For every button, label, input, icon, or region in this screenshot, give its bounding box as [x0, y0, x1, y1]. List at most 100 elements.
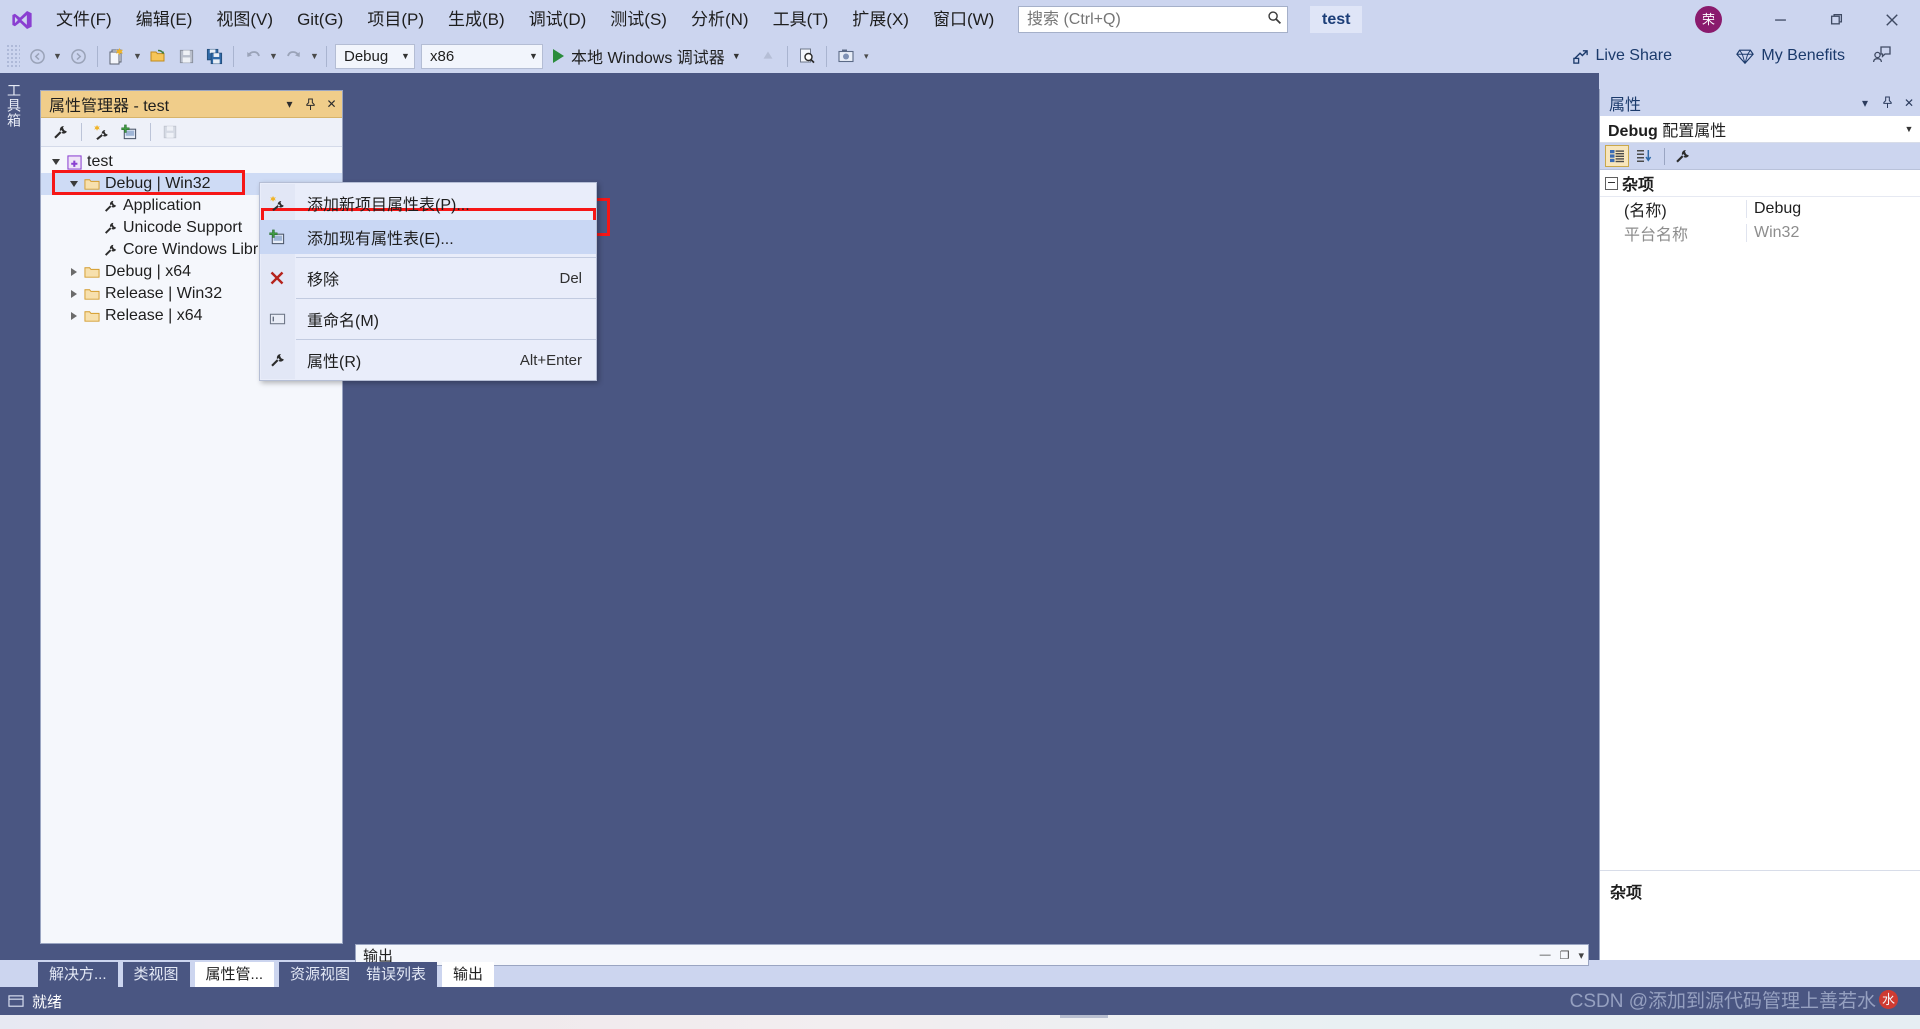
menu-tools[interactable]: 工具(T) — [761, 0, 841, 39]
maximize-icon[interactable]: ❐ — [1560, 949, 1570, 962]
pin-icon[interactable] — [300, 92, 321, 116]
property-pages-wrench-icon[interactable] — [1670, 145, 1694, 167]
categorized-view-icon[interactable] — [1605, 145, 1629, 167]
avatar[interactable]: 荣 — [1695, 6, 1722, 33]
tab-resource-view[interactable]: 资源视图 — [279, 962, 362, 988]
screenshot-icon[interactable] — [833, 43, 859, 69]
menu-analyze[interactable]: 分析(N) — [679, 0, 761, 39]
add-existing-property-sheet-icon[interactable] — [116, 120, 142, 144]
menu-separator — [296, 257, 596, 258]
open-file-icon[interactable] — [145, 43, 171, 69]
navigate-forward-icon[interactable] — [65, 43, 91, 69]
chevron-down-icon[interactable]: ▼ — [732, 51, 741, 61]
live-share-button[interactable]: Live Share — [1572, 41, 1672, 71]
navigate-back-icon[interactable] — [24, 43, 50, 69]
attach-process-icon[interactable] — [755, 43, 781, 69]
add-existing-property-sheet-icon — [260, 229, 294, 246]
platform-combo[interactable]: x86 ▼ — [421, 43, 543, 69]
property-row-name[interactable]: (名称) Debug — [1600, 197, 1920, 221]
navigate-back-dropdown-icon[interactable]: ▼ — [51, 43, 64, 69]
search-input[interactable] — [1019, 6, 1261, 33]
menu-git[interactable]: Git(G) — [285, 0, 355, 39]
menu-item-shortcut: Alt+Enter — [519, 351, 582, 369]
configuration-combo[interactable]: Debug ▼ — [335, 43, 415, 69]
tree-item-test[interactable]: test — [41, 151, 342, 173]
menu-view[interactable]: 视图(V) — [204, 0, 285, 39]
redo-dropdown-icon[interactable]: ▼ — [308, 43, 321, 69]
search-icon — [1261, 10, 1287, 29]
my-benefits-button[interactable]: My Benefits — [1736, 41, 1845, 71]
properties-object-name: Debug — [1608, 123, 1658, 140]
properties-wrench-icon[interactable] — [47, 120, 73, 144]
menu-bar: 文件(F) 编辑(E) 视图(V) Git(G) 项目(P) 生成(B) 调试(… — [0, 0, 1920, 39]
menu-build[interactable]: 生成(B) — [436, 0, 517, 39]
find-in-files-icon[interactable] — [794, 43, 820, 69]
property-row-platform-name[interactable]: 平台名称 Win32 — [1600, 221, 1920, 245]
os-taskbar — [0, 1015, 1920, 1029]
property-value[interactable]: Debug — [1746, 200, 1920, 218]
send-feedback-icon[interactable] — [1872, 44, 1892, 69]
tab-property-manager[interactable]: 属性管... — [194, 962, 275, 988]
menu-project[interactable]: 项目(P) — [355, 0, 436, 39]
panel-dropdown-icon[interactable]: ▾ — [279, 92, 300, 116]
panel-dropdown-icon[interactable]: ▾ — [1854, 91, 1876, 115]
save-icon[interactable] — [157, 120, 183, 144]
maximize-button[interactable] — [1808, 0, 1864, 39]
undo-dropdown-icon[interactable]: ▼ — [267, 43, 280, 69]
menu-item-properties[interactable]: 属性(R) Alt+Enter — [260, 343, 596, 377]
toolbox-vertical-tab[interactable]: 工具箱 — [0, 73, 26, 960]
tree-item-label: Application — [123, 197, 202, 214]
pin-icon[interactable] — [1876, 91, 1898, 115]
undo-icon[interactable] — [240, 43, 266, 69]
minimize-button[interactable] — [1752, 0, 1808, 39]
menu-window[interactable]: 窗口(W) — [921, 0, 1006, 39]
close-icon[interactable]: ✕ — [1898, 91, 1920, 115]
expander-icon[interactable] — [67, 290, 81, 298]
close-icon[interactable]: ✕ — [321, 92, 342, 116]
expander-icon[interactable] — [49, 159, 63, 165]
tab-class-view[interactable]: 类视图 — [122, 962, 190, 988]
toolbar-separator — [326, 45, 327, 67]
redo-icon[interactable] — [281, 43, 307, 69]
save-all-icon[interactable] — [201, 43, 227, 69]
expander-icon[interactable] — [67, 181, 81, 187]
minimize-icon[interactable]: — — [1540, 949, 1551, 962]
new-item-icon[interactable] — [104, 43, 130, 69]
add-new-property-sheet-icon[interactable] — [88, 120, 114, 144]
alphabetical-sort-icon[interactable] — [1632, 145, 1656, 167]
expander-icon[interactable] — [67, 312, 81, 320]
collapse-icon[interactable] — [1600, 176, 1622, 190]
toolbar-separator — [81, 123, 82, 141]
tab-output[interactable]: 输出 — [442, 962, 495, 988]
tab-solution-explorer[interactable]: 解决方... — [38, 962, 118, 988]
menu-edit[interactable]: 编辑(E) — [124, 0, 205, 39]
property-manager-title: 属性管理器 - test — [49, 98, 170, 115]
tree-item-label: Core Windows Libr — [123, 241, 259, 258]
watermark-text: CSDN @添加到源代码管理上善若水 — [1569, 991, 1876, 1012]
solution-name-badge[interactable]: test — [1310, 6, 1363, 33]
menu-item-add-existing-property-sheet[interactable]: 添加现有属性表(E)... — [260, 220, 596, 254]
menu-item-remove[interactable]: 移除 Del — [260, 261, 596, 295]
chevron-down-icon[interactable]: ▾ — [1578, 949, 1584, 962]
menu-item-add-new-property-sheet[interactable]: 添加新项目属性表(P)... — [260, 186, 596, 220]
close-button[interactable] — [1864, 0, 1920, 39]
menu-test[interactable]: 测试(S) — [598, 0, 679, 39]
live-share-icon — [1572, 49, 1588, 64]
new-item-dropdown-icon[interactable]: ▼ — [131, 43, 144, 69]
toolbar-grip[interactable] — [6, 44, 20, 68]
menu-file[interactable]: 文件(F) — [44, 0, 124, 39]
menu-item-rename[interactable]: 重命名(M) — [260, 302, 596, 336]
save-icon[interactable] — [173, 43, 199, 69]
start-debugging-button[interactable]: 本地 Windows 调试器 ▼ — [549, 43, 747, 69]
wrench-icon — [99, 221, 121, 236]
toolbar-overflow-icon[interactable]: ▾ — [860, 43, 873, 69]
chevron-down-icon[interactable]: ▼ — [1898, 124, 1920, 134]
properties-description-title: 杂项 — [1610, 885, 1643, 902]
search-box[interactable] — [1018, 6, 1288, 33]
menu-debug[interactable]: 调试(D) — [517, 0, 599, 39]
properties-group-header[interactable]: 杂项 — [1600, 170, 1920, 197]
menu-extensions[interactable]: 扩展(X) — [840, 0, 921, 39]
tab-error-list[interactable]: 错误列表 — [355, 962, 438, 988]
expander-icon[interactable] — [67, 268, 81, 276]
my-benefits-label: My Benefits — [1761, 47, 1845, 64]
